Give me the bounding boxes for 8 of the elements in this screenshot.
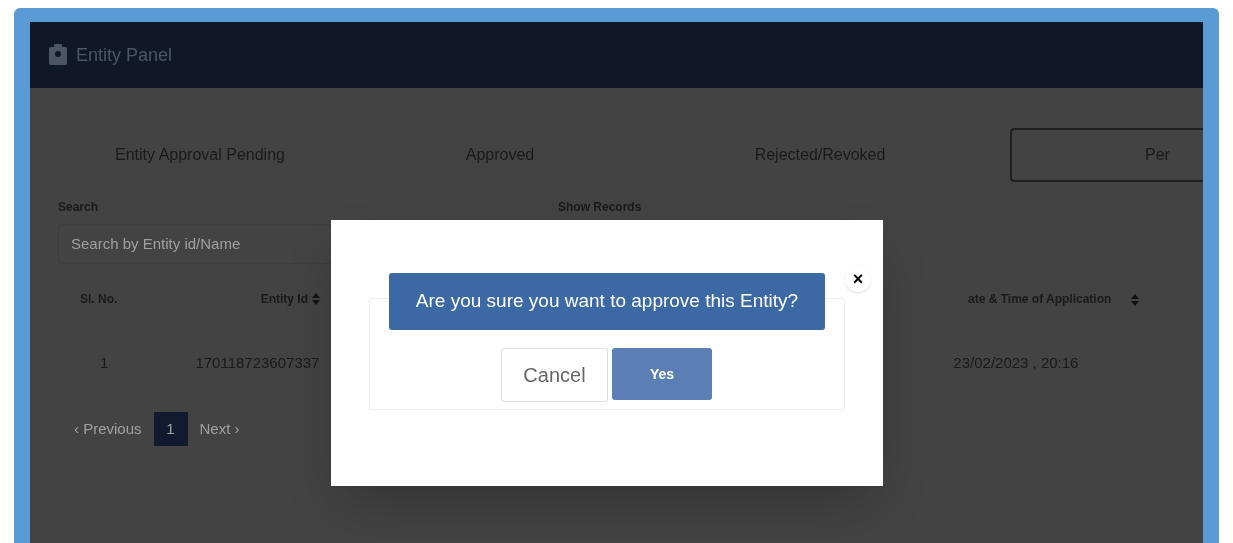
cancel-button[interactable]: Cancel [501,348,608,402]
panel-title: Entity Panel [76,43,173,67]
yes-button[interactable]: Yes [612,348,712,400]
confirm-message: Are you sure you want to approve this Entity? [389,273,825,330]
close-button[interactable]: × [845,266,871,292]
next-link[interactable]: Next › [199,417,240,441]
previous-link[interactable]: ‹ Previous [74,417,142,441]
page-button[interactable]: 1 [153,412,188,446]
